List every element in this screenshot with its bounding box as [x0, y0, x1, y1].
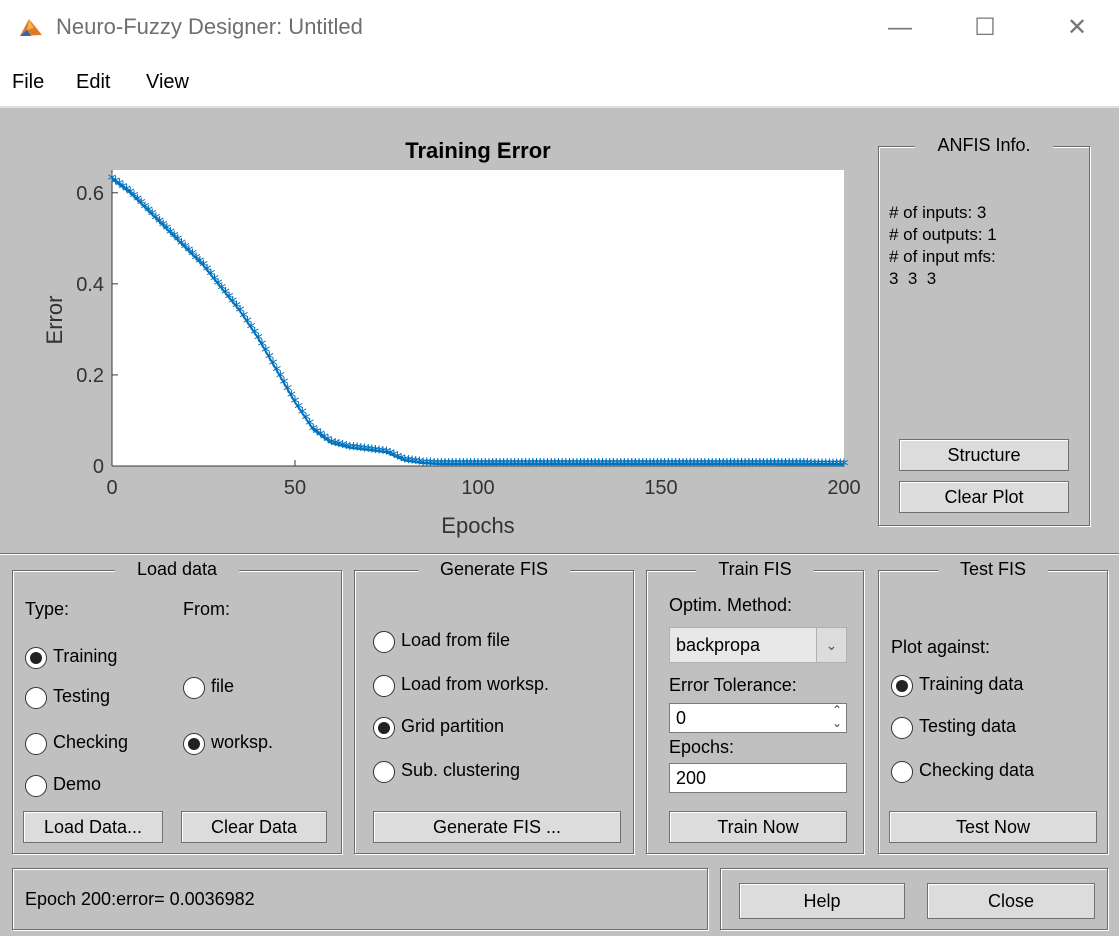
train-now-button[interactable]: Train Now [669, 811, 847, 843]
menu-view[interactable]: View [146, 71, 189, 94]
clear-data-button[interactable]: Clear Data [181, 811, 327, 843]
optim-method-value: backpropa [676, 635, 761, 655]
x-axis-label: Epochs [441, 513, 514, 538]
load-data-title: Load data [114, 559, 240, 579]
optim-method-select[interactable]: backpropa ⌄ [669, 627, 847, 663]
input-mfs-label: # of input mfs: [889, 247, 996, 266]
test-fis-panel: Test FIS Plot against: Training data Tes… [878, 559, 1108, 854]
y-axis-label: Error [42, 296, 67, 345]
main-area: Training Error 0 50 100 150 200 0 0.2 0.4 0.6 E… [0, 106, 1119, 936]
menu-bar: File Edit View [0, 62, 1119, 102]
x-tick-label: 0 [106, 477, 117, 499]
x-tick-label: 150 [644, 477, 677, 499]
generate-fis-title: Generate FIS [417, 559, 571, 579]
plot-area [112, 170, 844, 466]
chart-title: Training Error [405, 138, 551, 163]
epochs-field[interactable]: 200 [669, 763, 847, 793]
training-error-chart: Training Error 0 50 100 150 200 0 0.2 0.4 0.6 E… [42, 138, 861, 538]
help-button[interactable]: Help [739, 883, 905, 919]
structure-button[interactable]: Structure [899, 439, 1069, 471]
menu-edit[interactable]: Edit [76, 71, 110, 94]
x-tick-label: 50 [284, 477, 306, 499]
clear-plot-button[interactable]: Clear Plot [899, 481, 1069, 513]
anfis-info-panel: ANFIS Info. # of inputs: 3 # of outputs:… [878, 135, 1090, 526]
train-fis-panel: Train FIS Optim. Method: backpropa ⌄ Err… [646, 559, 864, 854]
divider [0, 553, 1119, 555]
error-point-marker: * [840, 455, 849, 476]
inputs-count: # of inputs: 3 [889, 203, 987, 222]
input-mfs-values: 3 3 3 [889, 269, 937, 288]
close-button[interactable]: Close [927, 883, 1095, 919]
test-fis-title: Test FIS [937, 559, 1048, 579]
y-tick-label: 0.6 [76, 183, 104, 205]
y-tick-label: 0 [93, 456, 104, 478]
test-now-button[interactable]: Test Now [889, 811, 1097, 843]
y-tick-label: 0.4 [76, 274, 104, 296]
generate-fis-panel: Generate FIS Load from file Load from wo… [354, 559, 634, 854]
load-data-button[interactable]: Load Data... [23, 811, 163, 843]
from-label: From: [183, 599, 230, 619]
title-bar: Neuro-Fuzzy Designer: Untitled — ☐ ✕ [0, 0, 1119, 58]
chevron-down-icon: ⌄ [816, 628, 846, 662]
error-tolerance-label: Error Tolerance: [669, 675, 797, 695]
minimize-button[interactable]: — [870, 8, 930, 48]
footer-buttons-panel: Help Close [720, 868, 1108, 930]
matlab-icon [20, 19, 42, 36]
load-data-panel: Load data Type: From: Training Testing C… [12, 559, 342, 854]
close-window-button[interactable]: ✕ [1047, 8, 1107, 48]
generate-fis-button[interactable]: Generate FIS ... [373, 811, 621, 843]
error-tolerance-field[interactable]: 0 ⌃ ⌄ [669, 703, 847, 733]
x-tick-label: 100 [461, 477, 494, 499]
type-label: Type: [25, 599, 70, 619]
anfis-info-title: ANFIS Info. [915, 135, 1053, 155]
x-tick-label: 200 [827, 477, 860, 499]
plot-against-label: Plot against: [891, 637, 991, 657]
window-title: Neuro-Fuzzy Designer: Untitled [56, 14, 363, 39]
menu-file[interactable]: File [12, 71, 44, 94]
status-text: Epoch 200:error= 0.0036982 [25, 889, 255, 909]
spinner-icon[interactable]: ⌃ ⌄ [832, 704, 842, 730]
epochs-label: Epochs: [669, 737, 735, 757]
outputs-count: # of outputs: 1 [889, 225, 997, 244]
train-fis-title: Train FIS [696, 559, 814, 579]
y-tick-label: 0.2 [76, 365, 104, 387]
optim-method-label: Optim. Method: [669, 595, 793, 615]
status-box: Epoch 200:error= 0.0036982 [12, 868, 708, 930]
maximize-button[interactable]: ☐ [955, 8, 1015, 48]
